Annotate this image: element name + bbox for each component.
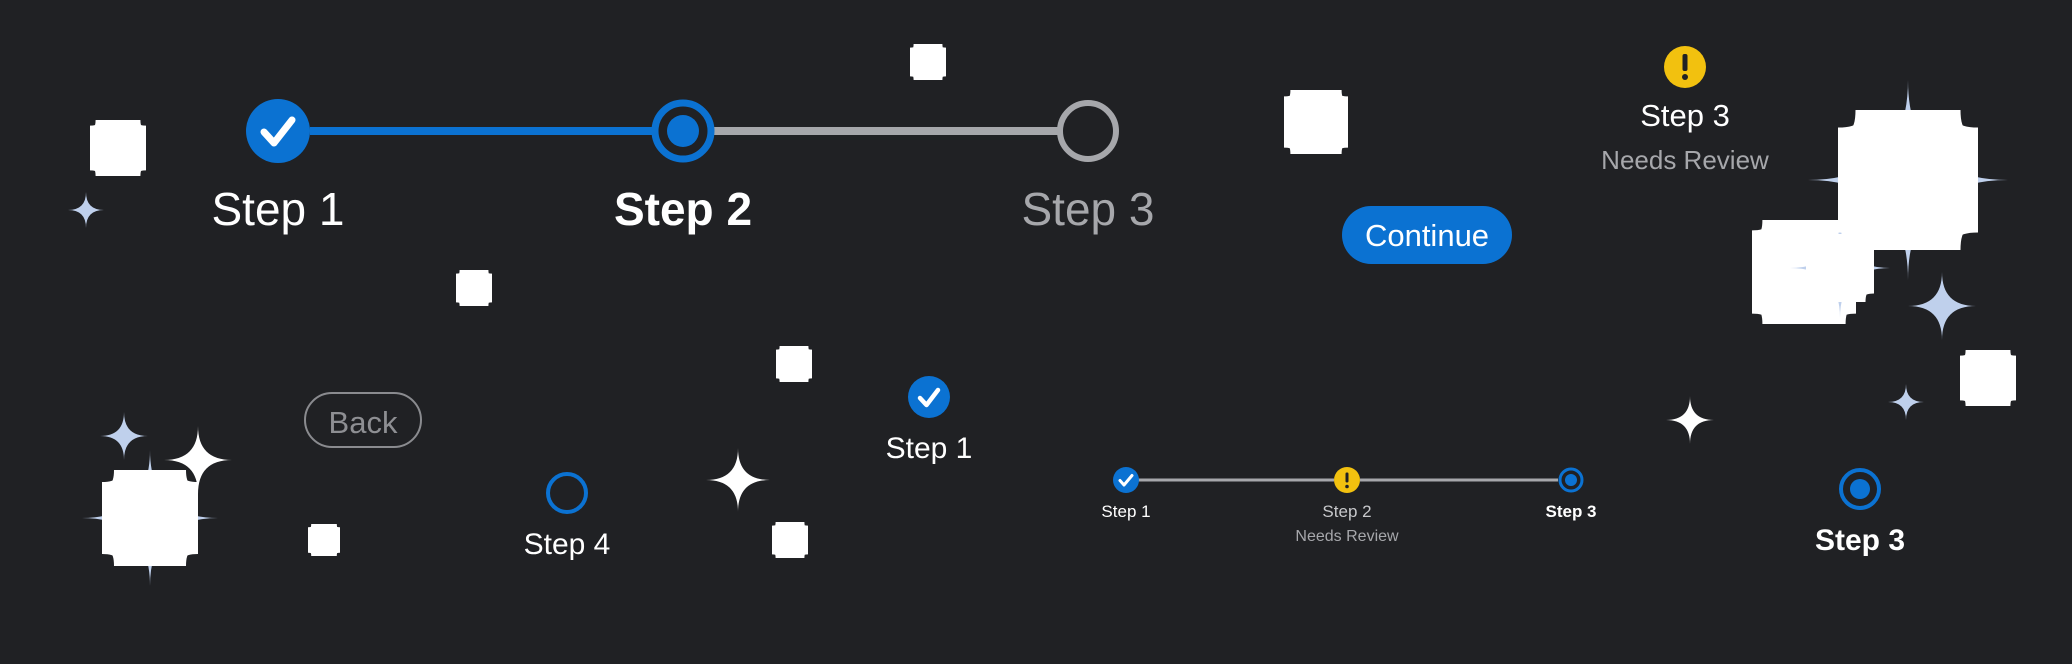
small-step-2-label: Step 2 bbox=[1322, 502, 1372, 521]
exclamation-icon[interactable] bbox=[1334, 467, 1360, 493]
small-step-1-label: Step 1 bbox=[1101, 502, 1151, 521]
stepper-small-connectors bbox=[1138, 478, 1558, 482]
check-icon[interactable] bbox=[1113, 467, 1139, 493]
small-step-2-sublabel: Needs Review bbox=[1295, 528, 1399, 545]
small-step-3-label: Step 3 bbox=[1545, 502, 1597, 521]
dot-icon[interactable] bbox=[1558, 467, 1584, 493]
